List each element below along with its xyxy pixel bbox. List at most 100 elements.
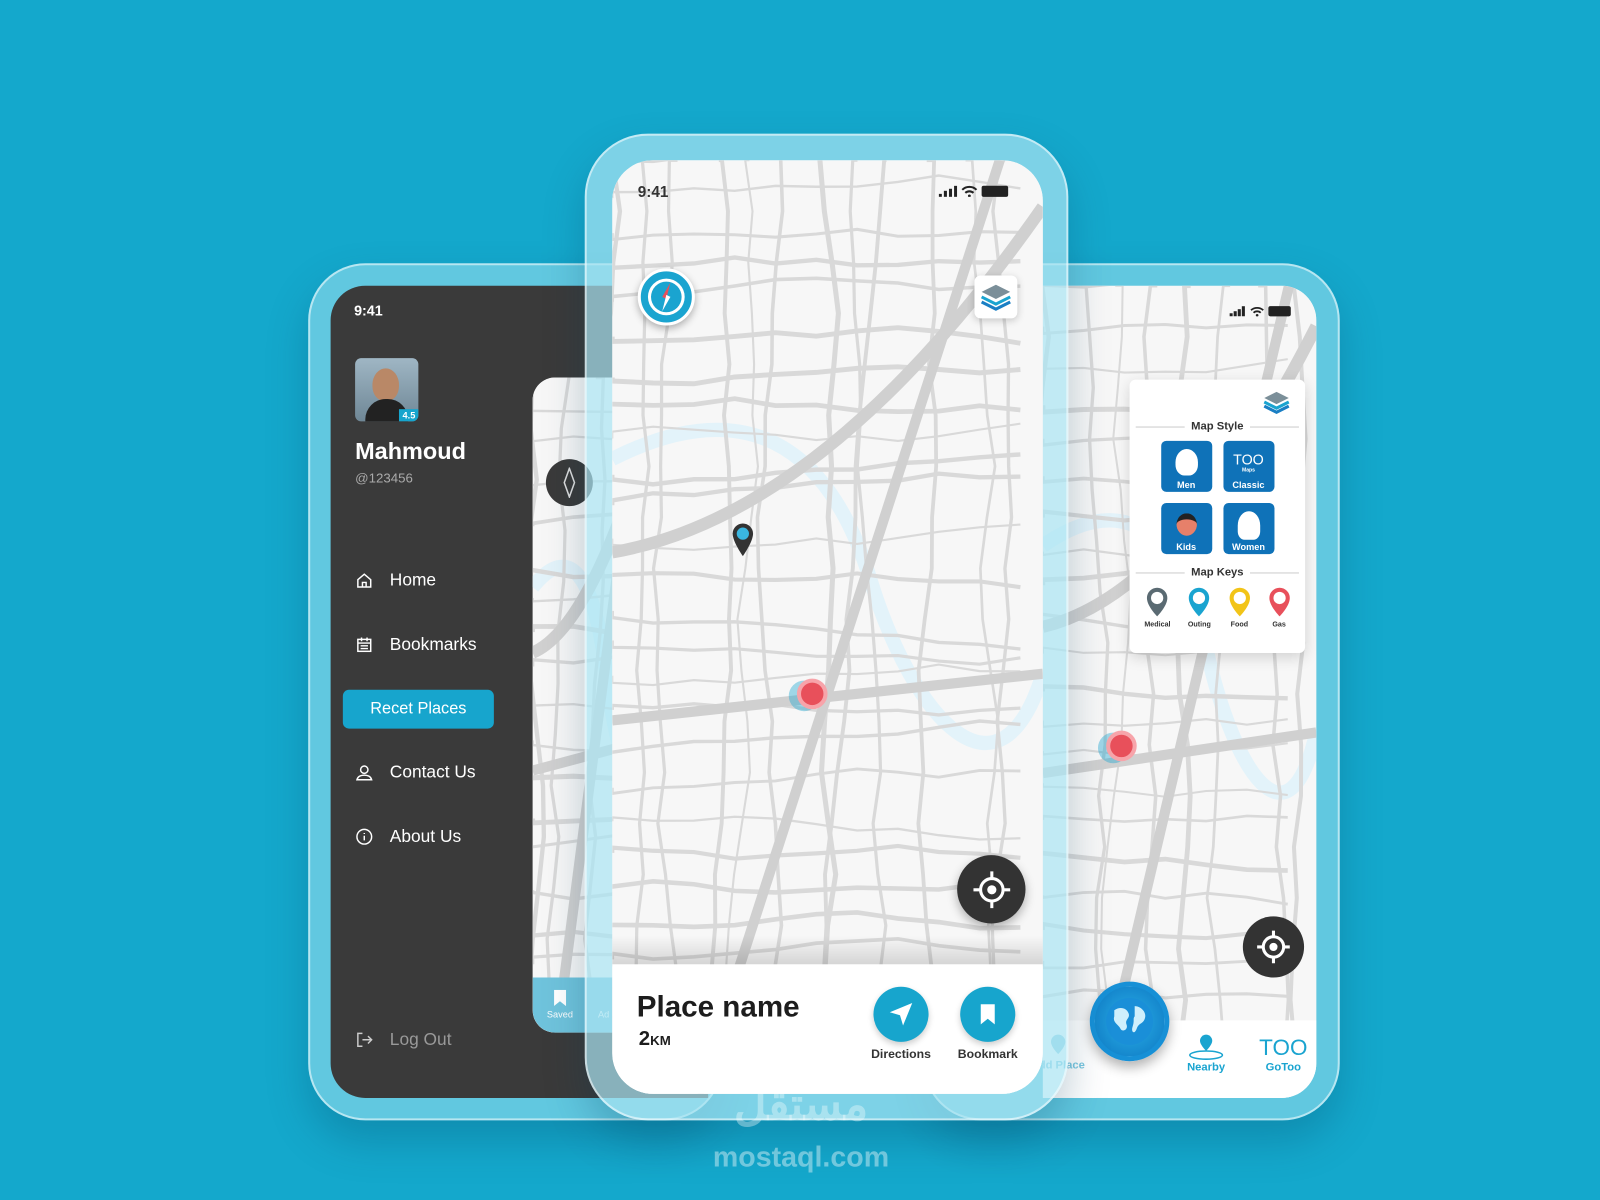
signal-icon bbox=[938, 185, 958, 197]
place-name: Place name bbox=[636, 990, 800, 1024]
crosshair-icon bbox=[1257, 930, 1290, 964]
style-classic[interactable]: TOO Maps Classic bbox=[1222, 440, 1274, 492]
directions-circle bbox=[873, 986, 929, 1042]
logout-icon bbox=[357, 1032, 373, 1047]
layers-button[interactable] bbox=[974, 275, 1018, 319]
map-style-title: Map Style bbox=[1136, 420, 1299, 432]
section-label: Map Keys bbox=[1191, 566, 1244, 579]
food-pin-icon bbox=[1229, 587, 1250, 617]
nav-nearby[interactable]: Nearby bbox=[1186, 1033, 1227, 1074]
nav-gotoo[interactable]: TOO GoToo bbox=[1259, 1035, 1307, 1074]
menu-item-recent-places[interactable]: Recet Places bbox=[342, 689, 494, 729]
map-key-medical[interactable]: Medical bbox=[1144, 587, 1171, 629]
watermark-logo: مستقل bbox=[733, 1079, 869, 1130]
logout-label: Log Out bbox=[389, 1029, 452, 1049]
style-label: Classic bbox=[1232, 479, 1265, 490]
layers-icon bbox=[980, 284, 1011, 311]
selected-place-marker[interactable] bbox=[796, 678, 828, 710]
style-label: Women bbox=[1231, 541, 1265, 553]
status-icons bbox=[1229, 306, 1291, 317]
directions-button[interactable]: Directions bbox=[865, 986, 936, 1062]
distance-unit: KM bbox=[650, 1032, 671, 1048]
too-logo: TOO bbox=[1259, 1034, 1308, 1061]
outing-pin-icon bbox=[1189, 587, 1210, 617]
status-time: 9:41 bbox=[637, 183, 669, 202]
crosshair-icon bbox=[972, 870, 1010, 908]
menu-label: Contact Us bbox=[389, 762, 476, 782]
nav-label: Nearby bbox=[1187, 1061, 1226, 1074]
menu-item-home[interactable]: Home bbox=[355, 570, 436, 590]
info-icon bbox=[356, 828, 373, 845]
bottom-nav: Add Place Nearby TOO GoToo bbox=[1042, 1020, 1317, 1098]
map-key-label: Gas bbox=[1272, 621, 1286, 629]
logout-button[interactable]: Log Out bbox=[355, 1029, 452, 1050]
locate-button[interactable] bbox=[1242, 916, 1305, 978]
gas-pin-icon bbox=[1268, 587, 1290, 617]
menu-label: About Us bbox=[389, 826, 462, 846]
map-keys-title: Map Keys bbox=[1136, 566, 1299, 578]
rating-badge: 4.5 bbox=[399, 409, 419, 422]
battery-icon bbox=[1268, 306, 1291, 317]
map-key-label: Food bbox=[1230, 621, 1249, 629]
map-key-gas[interactable]: Gas bbox=[1268, 587, 1290, 629]
bookmark-button[interactable]: Bookmark bbox=[952, 986, 1023, 1062]
map-keys: Medical Outing Food Gas bbox=[1136, 587, 1299, 629]
bookmark-label: Bookmark bbox=[957, 1046, 1018, 1062]
bookmark-icon bbox=[980, 1004, 995, 1025]
battery-icon bbox=[981, 185, 1009, 197]
locate-button[interactable] bbox=[957, 855, 1026, 924]
style-label: Men bbox=[1177, 479, 1196, 490]
too-logo-sub: Maps bbox=[1241, 467, 1255, 474]
style-men[interactable]: Men bbox=[1160, 440, 1212, 492]
too-logo: TOO bbox=[1233, 451, 1264, 468]
menu-label: Home bbox=[389, 570, 437, 590]
center-map-screen: 9:41 Place name 2KM Directions Bookmark bbox=[612, 160, 1043, 1094]
wifi-icon bbox=[1250, 306, 1264, 317]
directions-label: Directions bbox=[871, 1046, 931, 1062]
bookmark-circle bbox=[960, 986, 1016, 1042]
compass-icon bbox=[563, 467, 576, 498]
user-icon bbox=[355, 765, 373, 781]
home-icon bbox=[357, 573, 372, 588]
card-shadow bbox=[612, 935, 1043, 967]
map-key-food[interactable]: Food bbox=[1228, 587, 1250, 629]
calendar-icon bbox=[357, 637, 372, 653]
section-label: Map Style bbox=[1191, 420, 1244, 433]
status-time: 9:41 bbox=[354, 302, 383, 319]
distance-value: 2 bbox=[638, 1027, 651, 1050]
nav-label: GoToo bbox=[1265, 1061, 1301, 1074]
signal-icon bbox=[1229, 306, 1245, 317]
style-kids[interactable]: Kids bbox=[1160, 503, 1212, 555]
place-distance: 2KM bbox=[639, 1028, 671, 1051]
menu-item-bookmarks[interactable]: Bookmarks bbox=[355, 634, 477, 655]
profile-name: Mahmoud bbox=[355, 437, 466, 465]
style-grid: Men TOO Maps Classic Kids Women bbox=[1136, 440, 1299, 555]
compass-button[interactable] bbox=[637, 268, 695, 326]
compass-icon bbox=[647, 278, 685, 316]
avatar[interactable]: 4.5 bbox=[355, 358, 419, 422]
watermark-text: mostaql.com bbox=[712, 1140, 890, 1173]
explore-globe-button[interactable] bbox=[1089, 981, 1170, 1062]
menu-item-about-us[interactable]: About Us bbox=[355, 827, 461, 847]
nav-saved[interactable]: Saved bbox=[546, 989, 573, 1020]
map-key-outing[interactable]: Outing bbox=[1188, 587, 1211, 629]
bookmark-icon bbox=[553, 989, 567, 1007]
selected-place-marker[interactable] bbox=[1106, 730, 1137, 762]
style-women[interactable]: Women bbox=[1222, 503, 1274, 555]
location-pin-icon[interactable] bbox=[732, 522, 754, 557]
right-map-screen: Map Style Men TOO Maps Classic Kids Women … bbox=[1042, 285, 1317, 1098]
navigation-arrow-icon bbox=[889, 1003, 913, 1026]
menu-item-contact-us[interactable]: Contact Us bbox=[355, 762, 476, 782]
wifi-icon bbox=[961, 185, 978, 197]
map-key-label: Medical bbox=[1144, 621, 1171, 629]
style-label: Kids bbox=[1176, 541, 1197, 553]
nearby-icon bbox=[1189, 1034, 1224, 1060]
medical-pin-icon bbox=[1147, 587, 1168, 617]
place-card: Place name 2KM Directions Bookmark bbox=[612, 964, 1043, 1094]
profile-handle: @123456 bbox=[355, 470, 413, 486]
menu-label: Bookmarks bbox=[389, 634, 477, 655]
map-key-label: Outing bbox=[1187, 621, 1211, 629]
nav-label: Saved bbox=[546, 1009, 573, 1020]
status-icons bbox=[938, 185, 1009, 197]
layers-icon[interactable] bbox=[1262, 390, 1291, 414]
